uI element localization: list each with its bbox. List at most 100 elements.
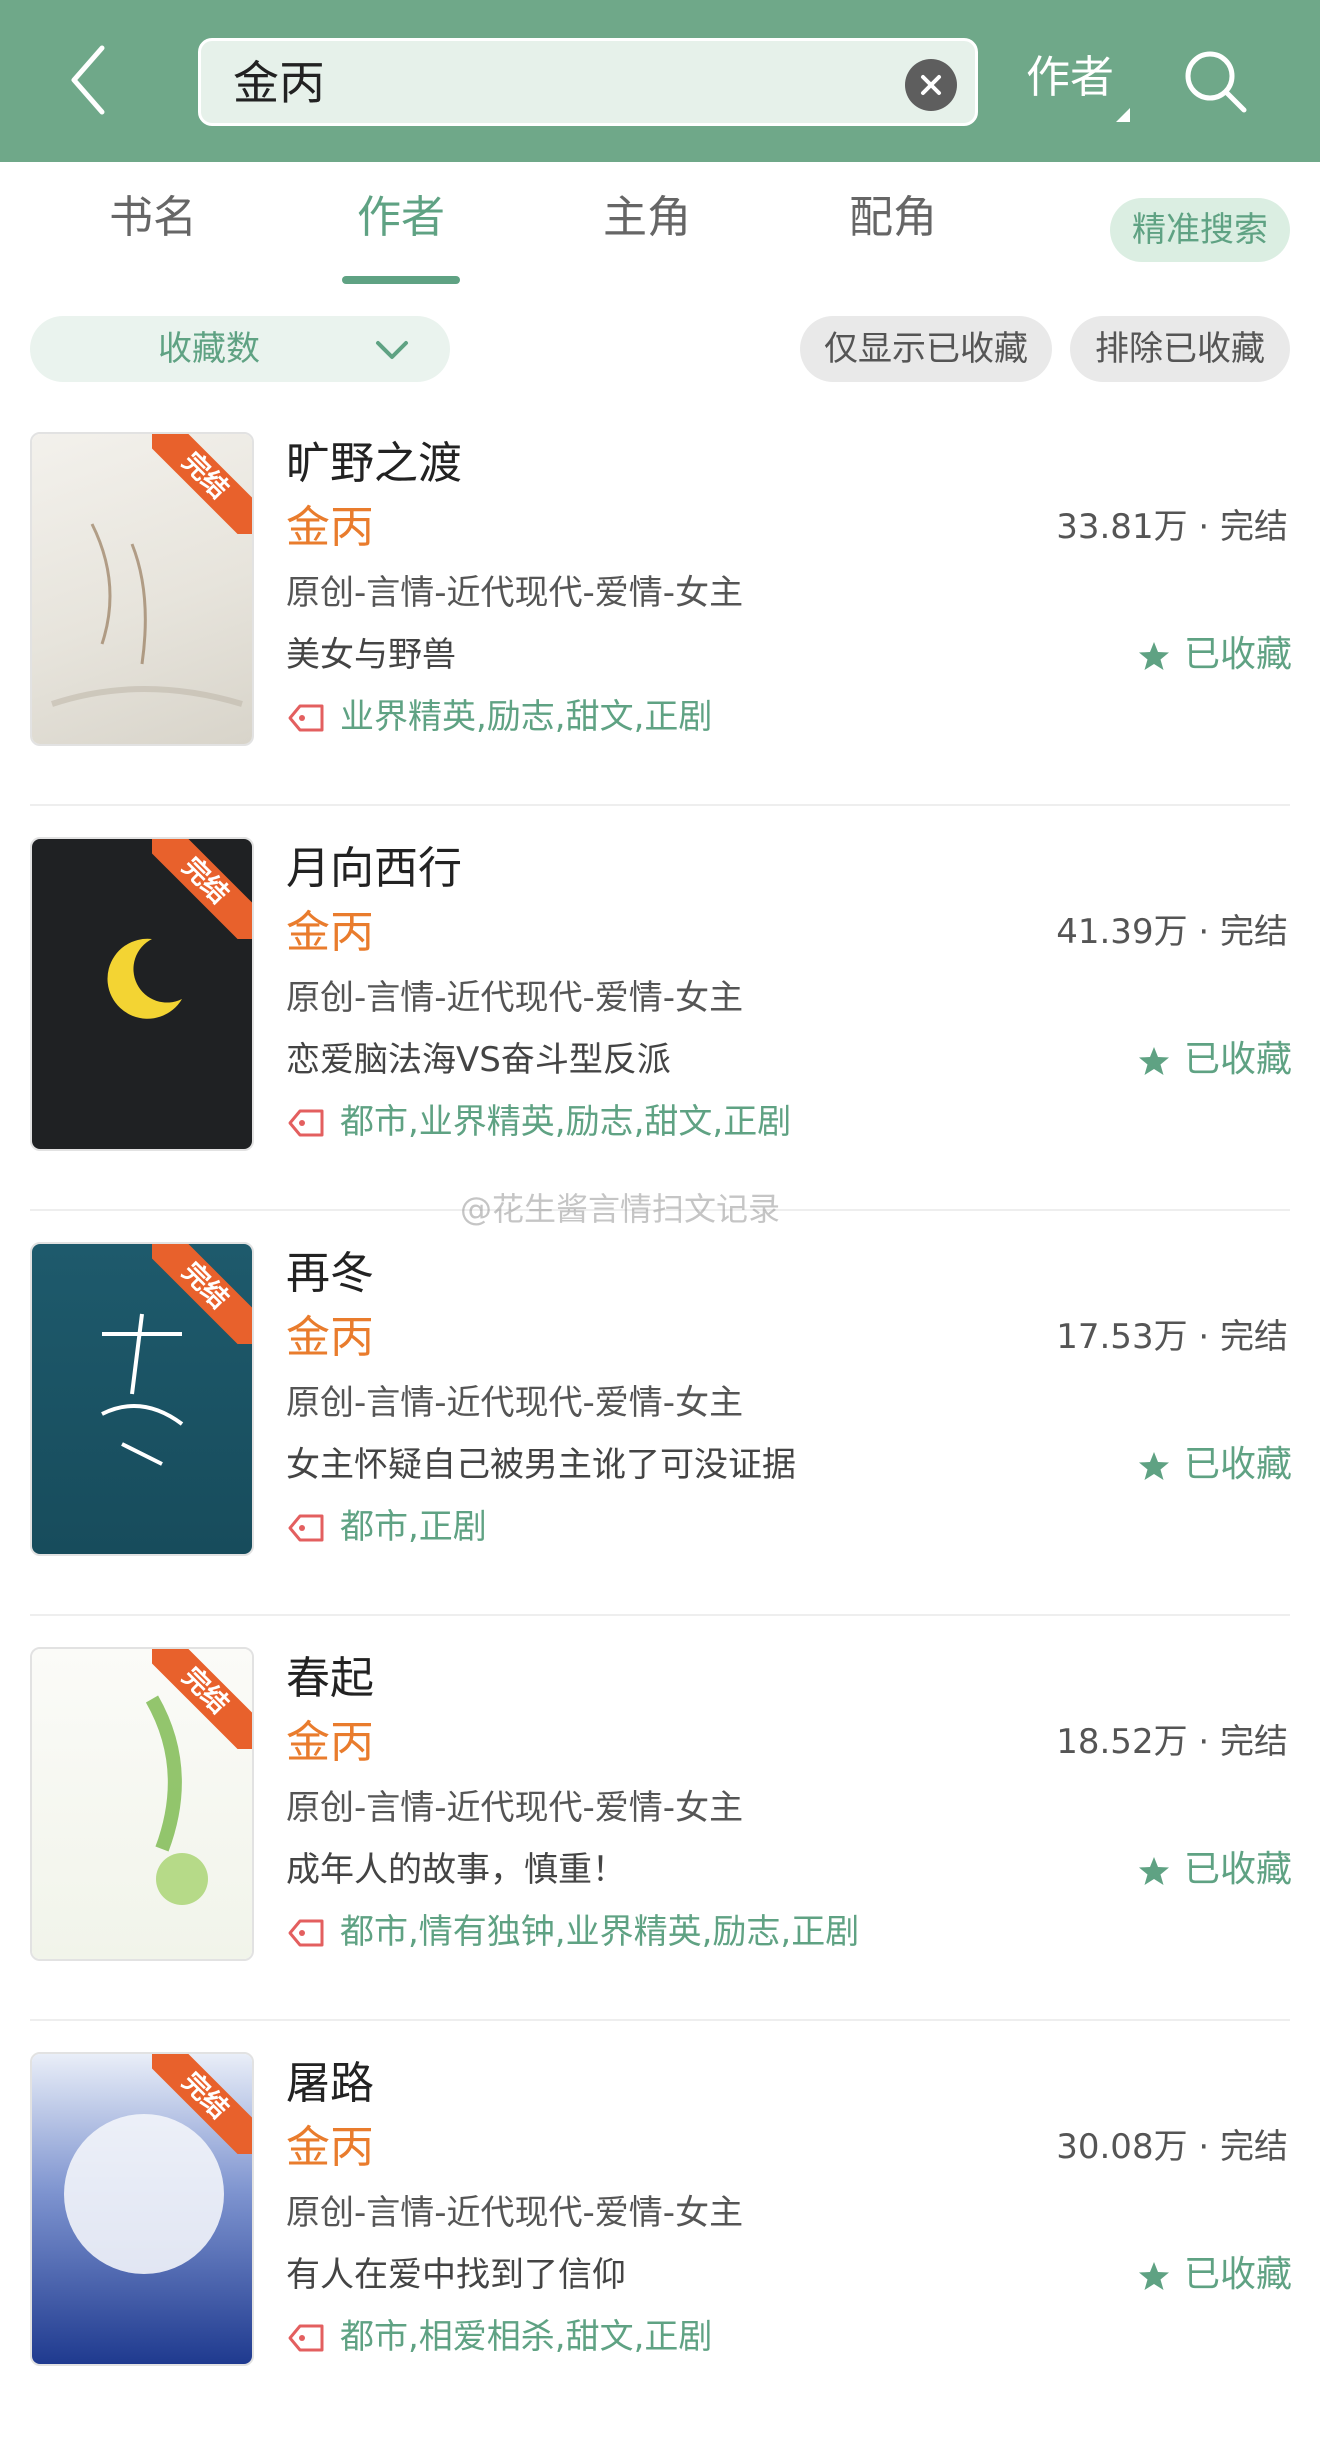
book-tags: 都市,业界精英,励志,甜文,正剧 [286,1097,986,1147]
tab-author[interactable]: 作者 [326,188,476,288]
book-item-zaidong[interactable]: 完结 再冬 金丙 17.53万 · 完结原创-言情-近代现代-爱情-女主女主怀疑自己被… [0,1242,1320,1647]
ribbon-label: 完结 [152,839,252,939]
completed-ribbon: 完结 [152,434,252,534]
book-author[interactable]: 金丙 [286,2118,374,2178]
book-item-yuexiang[interactable]: 完结 月向西行 金丙 41.39万 · 完结原创-言情-近代现代-爱情-女主 恋爱脑法海… [0,837,1320,1242]
tab-supporting[interactable]: 配角 [818,188,968,288]
star-icon [1139,642,1169,670]
search-type-label: 作者 [1026,52,1114,103]
tag-icon [288,704,324,732]
collected-button[interactable]: 已收藏 [1138,1035,1292,1085]
book-title[interactable]: 旷野之渡 [286,434,462,494]
completed-ribbon: 完结 [152,1649,252,1749]
book-title[interactable]: 再冬 [286,1244,374,1304]
star-icon [1139,2262,1169,2290]
book-author[interactable]: 金丙 [286,1713,374,1773]
book-intro: 成年人的故事，慎重！ [286,1850,626,1890]
book-genre: 原创-言情-近代现代-爱情-女主 [286,573,744,613]
tab-protagonist[interactable]: 主角 [572,188,722,288]
tag-list[interactable]: 都市,情有独钟,业界精英,励志,正剧 [340,1907,859,1957]
tab-title[interactable]: 书名 [78,188,228,288]
ribbon-label: 完结 [152,1244,252,1344]
tag-list[interactable]: 业界精英,励志,甜文,正剧 [340,692,712,742]
active-tab-indicator [342,276,460,284]
search-tabs: 书名 作者 主角 配角 精准搜索 [0,162,1320,292]
clear-search-button[interactable] [905,59,957,111]
book-stats: 41.39万 · 完结 [1056,912,1288,952]
collected-label: 已收藏 [1184,1444,1293,1485]
tag-list[interactable]: 都市,相爱相杀,甜文,正剧 [340,2312,712,2362]
close-icon [921,75,941,95]
book-cover[interactable]: 完结 [30,2052,254,2366]
tag-list[interactable]: 都市,业界精英,励志,甜文,正剧 [340,1097,791,1147]
collected-label: 已收藏 [1184,1039,1293,1080]
precise-search-button[interactable]: 精准搜索 [1110,198,1290,262]
top-bar: 金丙 作者 [0,0,1320,162]
only-collected-filter[interactable]: 仅显示已收藏 [800,316,1052,382]
book-genre: 原创-言情-近代现代-爱情-女主 [286,1788,744,1828]
collected-button[interactable]: 已收藏 [1138,1440,1292,1490]
book-genre: 原创-言情-近代现代-爱情-女主 [286,2193,744,2233]
collected-label: 已收藏 [1184,2254,1293,2295]
book-cover[interactable]: 完结 [30,837,254,1151]
book-tags: 都市,正剧 [286,1502,986,1552]
book-cover[interactable]: 完结 [30,432,254,746]
search-icon [1185,51,1247,113]
book-tags: 业界精英,励志,甜文,正剧 [286,692,986,742]
star-icon [1139,1047,1169,1075]
book-item-chunqi[interactable]: 完结 春起 金丙 18.52万 · 完结原创-言情-近代现代-爱情-女主 成年人的故事，… [0,1647,1320,2052]
collected-button[interactable]: 已收藏 [1138,1845,1292,1895]
book-item-tulu[interactable]: 完结 屠路 金丙 30.08万 · 完结原创-言情-近代现代-爱情-女主 有人在爱中找到… [0,2052,1320,2457]
star-icon [1139,1857,1169,1885]
book-tags: 都市,情有独钟,业界精英,励志,正剧 [286,1907,986,1957]
divider [30,2019,1290,2021]
book-author[interactable]: 金丙 [286,1308,374,1368]
chevron-down-icon [376,341,408,359]
book-intro: 女主怀疑自己被男主讹了可没证据 [286,1445,796,1485]
ribbon-label: 完结 [152,434,252,534]
sort-dropdown[interactable]: 收藏数 [30,316,450,382]
book-cover[interactable]: 完结 [30,1647,254,1961]
book-intro: 恋爱脑法海VS奋斗型反派 [286,1040,671,1080]
book-genre: 原创-言情-近代现代-爱情-女主 [286,978,744,1018]
book-stats: 30.08万 · 完结 [1056,2127,1288,2167]
collected-button[interactable]: 已收藏 [1138,2250,1292,2300]
back-button[interactable] [60,38,120,122]
ribbon-label: 完结 [152,1649,252,1749]
book-stats: 17.53万 · 完结 [1056,1317,1288,1357]
book-author[interactable]: 金丙 [286,498,374,558]
book-title[interactable]: 春起 [286,1649,374,1709]
dropdown-triangle-icon [1116,108,1130,122]
watermark: @花生酱言情扫文记录 [460,1190,781,1228]
book-cover[interactable]: 完结 [30,1242,254,1556]
collected-label: 已收藏 [1184,634,1293,675]
tag-icon [288,1109,324,1137]
sort-label: 收藏数 [158,329,260,369]
tag-icon [288,2324,324,2352]
chevron-left-icon [71,45,105,115]
book-title[interactable]: 月向西行 [286,839,462,899]
completed-ribbon: 完结 [152,2054,252,2154]
divider [30,1614,1290,1616]
collected-button[interactable]: 已收藏 [1138,630,1292,680]
tag-list[interactable]: 都市,正剧 [340,1502,487,1552]
completed-ribbon: 完结 [152,839,252,939]
star-icon [1139,1452,1169,1480]
book-intro: 美女与野兽 [286,635,456,675]
completed-ribbon: 完结 [152,1244,252,1344]
book-intro: 有人在爱中找到了信仰 [286,2255,626,2295]
collected-label: 已收藏 [1184,1849,1293,1890]
book-tags: 都市,相爱相杀,甜文,正剧 [286,2312,986,2362]
book-author[interactable]: 金丙 [286,903,374,963]
exclude-collected-filter[interactable]: 排除已收藏 [1070,316,1290,382]
book-item-kuangye[interactable]: 完结 旷野之渡 金丙 33.81万 · 完结 原创-言情-近代现代-爱情-女主 美女与野兽… [0,432,1320,837]
ribbon-label: 完结 [152,2054,252,2154]
divider [30,804,1290,806]
book-stats: 18.52万 · 完结 [1056,1722,1288,1762]
book-title[interactable]: 屠路 [286,2054,374,2114]
book-genre: 原创-言情-近代现代-爱情-女主 [286,1383,744,1423]
search-button[interactable] [1180,46,1252,118]
search-input[interactable]: 金丙 [198,38,978,126]
tag-icon [288,1514,324,1542]
search-type-dropdown[interactable]: 作者 [1020,44,1130,124]
